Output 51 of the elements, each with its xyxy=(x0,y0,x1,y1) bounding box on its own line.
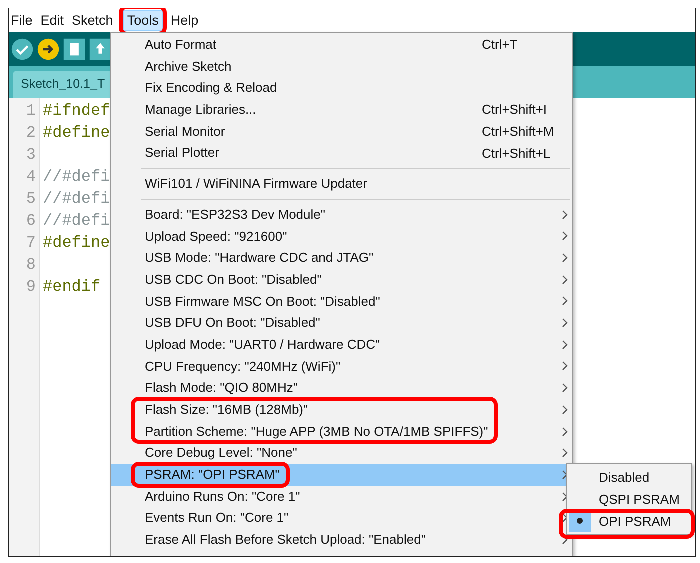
code-line: //#defi xyxy=(43,212,110,230)
menu-item[interactable]: Board: "ESP32S3 Dev Module" xyxy=(145,204,326,226)
line-number: 6 xyxy=(25,211,37,232)
menu-item[interactable]: Events Run On: "Core 1" xyxy=(145,507,289,530)
menu-item[interactable]: Archive Sketch xyxy=(145,56,232,78)
submenu-item[interactable]: Disabled xyxy=(567,466,691,488)
menu-item[interactable]: USB Firmware MSC On Boot: "Disabled" xyxy=(145,290,380,312)
line-number: 1 xyxy=(25,101,37,122)
code-line: #define xyxy=(43,124,110,142)
menu-item[interactable]: USB Mode: "Hardware CDC and JTAG" xyxy=(145,247,374,269)
menu-item[interactable]: Arduino Runs On: "Core 1" xyxy=(145,486,300,508)
menu-bar-item[interactable]: Edit xyxy=(38,10,68,30)
menu-item[interactable]: Flash Mode: "QIO 80MHz" xyxy=(145,377,298,399)
code-line: #endif xyxy=(43,278,101,296)
menu-bar-item[interactable]: Help xyxy=(168,10,203,30)
line-number: 4 xyxy=(25,167,37,188)
code-line: #ifndef xyxy=(43,102,110,120)
shortcut-label: Ctrl+T xyxy=(482,37,518,52)
code-line: //#defi xyxy=(43,168,110,186)
submenu-item[interactable]: QSPI PSRAM xyxy=(567,488,691,510)
menu-item[interactable]: Flash Size: "16MB (128Mb)" xyxy=(145,399,488,421)
shortcut-label: Ctrl+Shift+I xyxy=(482,102,548,118)
code-line: #define xyxy=(43,234,110,252)
menu-item[interactable]: Partition Scheme: "Huge APP (3MB No OTA/1MB SPIFFS)" xyxy=(145,420,488,442)
shortcut-label: Ctrl+Shift+M xyxy=(482,124,554,140)
menu-item[interactable]: Serial Plotter xyxy=(145,142,220,164)
menu-bar-item[interactable]: File xyxy=(9,10,37,30)
menu-item[interactable]: Core Debug Level: "None" xyxy=(145,442,298,464)
menu-item[interactable]: Serial Monitor xyxy=(145,120,226,142)
menu-item[interactable]: Manage Libraries... xyxy=(145,99,256,121)
menu-bar-item[interactable]: Tools xyxy=(123,10,163,30)
menu-item[interactable]: CPU Frequency: "240MHz (WiFi)" xyxy=(145,356,341,378)
menu-item[interactable]: WiFi101 / WiFiNINA Firmware Updater xyxy=(145,173,368,195)
line-number: 2 xyxy=(25,123,37,144)
shortcut-label: Ctrl+Shift+L xyxy=(482,146,551,161)
line-number: 9 xyxy=(25,277,37,298)
menu-item[interactable]: PSRAM: "OPI PSRAM" xyxy=(145,464,280,486)
line-number: 5 xyxy=(25,189,37,210)
submenu-item[interactable]: OPI PSRAM xyxy=(567,510,691,532)
menu-item[interactable]: Erase All Flash Before Sketch Upload: "Enabled" xyxy=(145,529,426,551)
menu-bar-item[interactable]: Sketch xyxy=(70,10,118,30)
menu-item[interactable]: USB CDC On Boot: "Disabled" xyxy=(145,268,322,291)
line-number: 7 xyxy=(25,233,37,254)
menu-item[interactable]: Auto Format xyxy=(145,34,217,56)
menu-item[interactable]: USB DFU On Boot: "Disabled" xyxy=(145,312,320,334)
code-line: //#defi xyxy=(43,190,110,208)
line-number: 8 xyxy=(25,255,37,276)
menu-item[interactable]: Upload Mode: "UART0 / Hardware CDC" xyxy=(145,334,380,356)
menu-item[interactable]: Fix Encoding & Reload xyxy=(145,77,278,100)
line-number: 3 xyxy=(25,145,37,166)
menu-item[interactable]: Upload Speed: "921600" xyxy=(145,226,288,248)
